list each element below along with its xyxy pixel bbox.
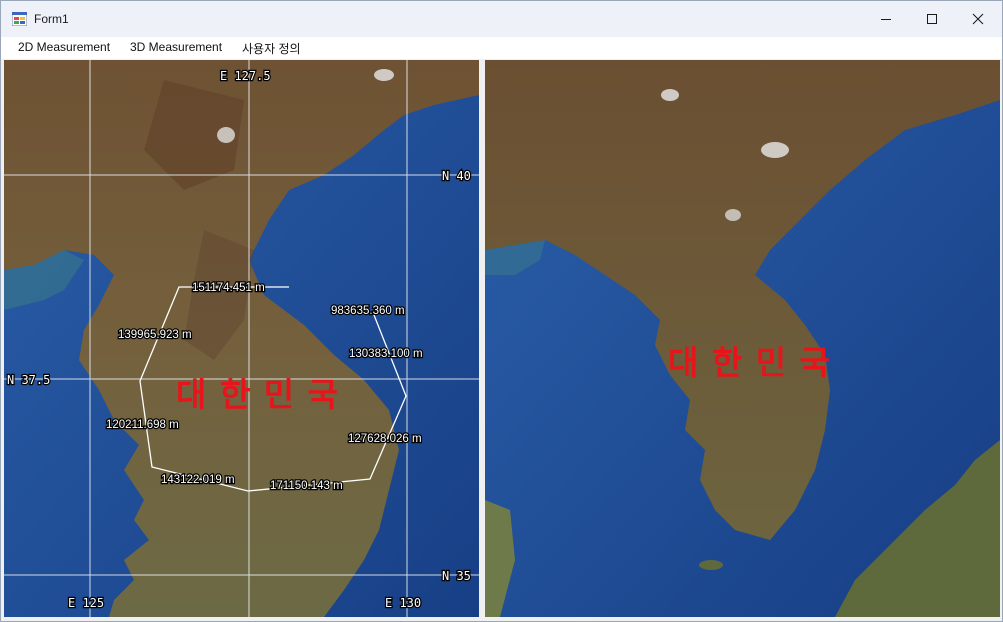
menu-bar: 2D Measurement 3D Measurement 사용자 정의 — [1, 37, 1002, 59]
cloud — [725, 209, 741, 221]
grid-label-n40: N 40 — [442, 169, 471, 183]
window-border-bottom — [1, 617, 1002, 621]
measurement-label: 127628.026 m — [348, 433, 422, 445]
app-icon — [12, 12, 27, 26]
map-2d-view[interactable]: E 127.5 N 40 N 37.5 N 35 E 125 E 130 151… — [4, 60, 479, 617]
map-3d-canvas[interactable]: 대 한 민 국 — [485, 60, 1000, 617]
map-2d-canvas[interactable]: E 127.5 N 40 N 37.5 N 35 E 125 E 130 151… — [4, 60, 479, 617]
map-3d-view[interactable]: 대 한 민 국 — [485, 60, 1000, 617]
menu-custom[interactable]: 사용자 정의 — [242, 40, 301, 57]
measurement-label: 143122.019 m — [161, 474, 235, 486]
menu-3d-measurement[interactable]: 3D Measurement — [130, 40, 222, 54]
cloud — [661, 89, 679, 101]
cloud — [217, 127, 235, 143]
grid-label-n35: N 35 — [442, 569, 471, 583]
maximize-button[interactable] — [909, 1, 955, 37]
window-title: Form1 — [34, 12, 69, 26]
measurement-label: 171150.143 m — [270, 480, 343, 492]
grid-label-e127-5: E 127.5 — [220, 69, 271, 83]
cloud — [761, 142, 789, 158]
minimize-button[interactable] — [863, 1, 909, 37]
maximize-icon — [927, 14, 937, 24]
close-icon — [972, 13, 984, 25]
measurement-label: 151174.451 m — [192, 282, 265, 294]
close-button[interactable] — [955, 1, 1001, 37]
country-label: 대 한 민 국 — [668, 343, 831, 382]
measurement-label: 120211.698 m — [106, 419, 179, 431]
measurement-label: 139965.923 m — [118, 329, 192, 341]
title-bar[interactable]: Form1 — [1, 1, 1002, 37]
menu-2d-measurement[interactable]: 2D Measurement — [18, 40, 110, 54]
measurement-label: 983635.360 m — [331, 305, 405, 317]
country-label: 대 한 민 국 — [176, 375, 339, 414]
island — [699, 560, 723, 570]
measurement-label: 130383.100 m — [349, 348, 423, 360]
minimize-icon — [881, 19, 891, 20]
cloud — [374, 69, 394, 81]
app-window: Form1 2D Measurement 3D Measurement 사용자 … — [0, 0, 1003, 622]
grid-label-e125: E 125 — [68, 596, 104, 610]
grid-label-e130: E 130 — [385, 596, 421, 610]
grid-label-n37-5: N 37.5 — [7, 373, 50, 387]
